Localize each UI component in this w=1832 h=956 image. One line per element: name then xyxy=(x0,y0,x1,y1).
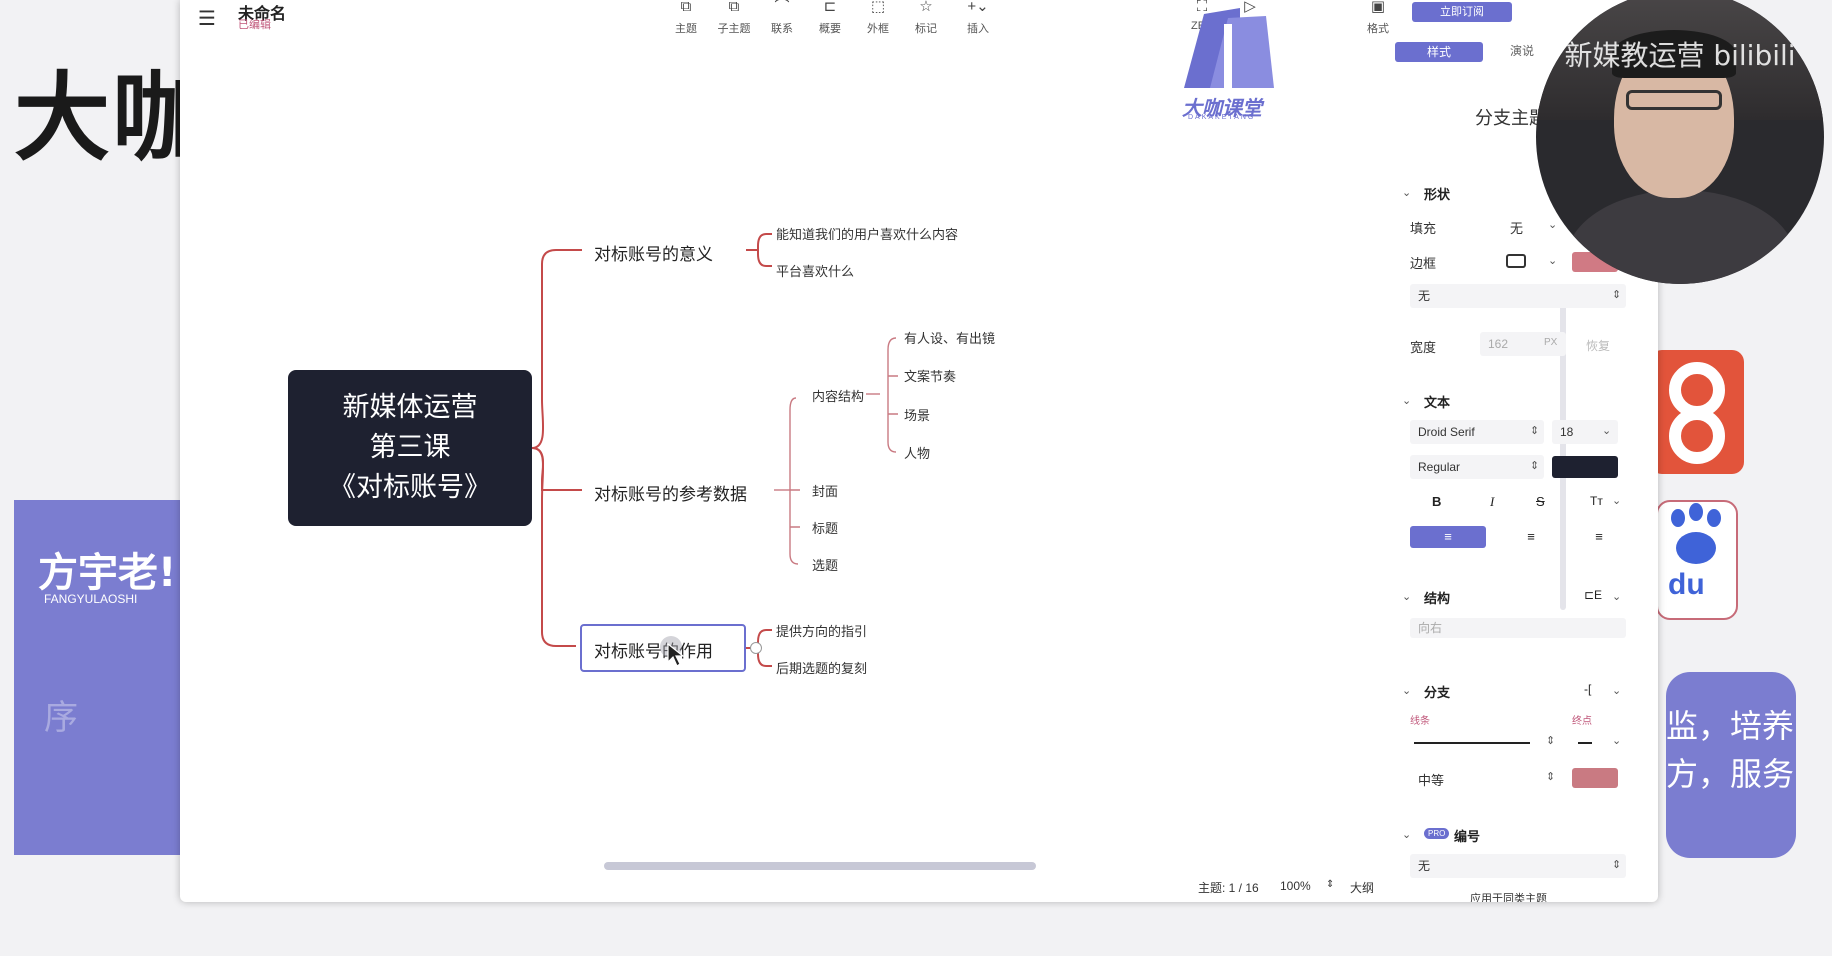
fill-label: 填充 xyxy=(1410,221,1437,236)
numbering-section-title: 编号 xyxy=(1454,829,1481,844)
zoom-stepper-icon[interactable]: ⇕ xyxy=(1326,879,1334,890)
width-label: 宽度 xyxy=(1410,340,1437,355)
branch-style-icon[interactable]: -[ xyxy=(1584,682,1591,696)
italic-button[interactable]: I xyxy=(1490,494,1494,510)
font-size-dropdown-icon[interactable]: ⌄ xyxy=(1602,424,1611,437)
border-shape-icon[interactable] xyxy=(1506,254,1526,268)
leaf-persona[interactable]: 有人设、有出镜 xyxy=(904,328,995,347)
text-section-title: 文本 xyxy=(1424,395,1451,410)
tab-style[interactable]: 样式 xyxy=(1395,42,1483,62)
numbering-select[interactable]: 无 xyxy=(1410,854,1626,878)
leaf-platform-preference[interactable]: 平台喜欢什么 xyxy=(776,261,854,280)
font-weight-stepper-icon[interactable]: ⇕ xyxy=(1530,459,1539,472)
branch-section-title: 分支 xyxy=(1424,685,1451,700)
structure-type-icon[interactable]: ⊏E xyxy=(1584,588,1602,602)
central-line-2: 第三课 xyxy=(369,432,451,463)
text-case-button[interactable]: Tт xyxy=(1590,494,1603,508)
width-reset-button[interactable]: 恢复 xyxy=(1586,337,1610,354)
central-topic[interactable]: 新媒体运营 第三课 《对标账号》 xyxy=(288,370,532,526)
presenter-body xyxy=(1566,190,1796,284)
structure-section-title: 结构 xyxy=(1424,591,1451,606)
leaf-cover[interactable]: 封面 xyxy=(812,481,838,500)
border-style-select[interactable]: 无 xyxy=(1410,284,1626,308)
baidu-du-text: du xyxy=(1668,568,1705,601)
subtopic-content-structure[interactable]: 内容结构 xyxy=(812,386,864,405)
pro-badge: PRO xyxy=(1424,828,1450,839)
leaf-character[interactable]: 人物 xyxy=(904,443,930,462)
end-style-dropdown-icon[interactable]: ⌄ xyxy=(1612,734,1621,747)
apply-same-type-button[interactable]: 应用于同类主题 xyxy=(1470,890,1547,902)
outline-button[interactable]: 大纲 xyxy=(1350,879,1374,896)
background-teacher-card: 方宇老! FANGYULAOSHI 序 xyxy=(14,500,184,855)
font-weight-select[interactable]: Regular xyxy=(1410,455,1544,479)
collapse-toggle[interactable] xyxy=(750,642,762,654)
line-width-stepper-icon[interactable]: ⇕ xyxy=(1546,770,1555,783)
webcam-caption: 新媒教运营 bilibili xyxy=(1564,39,1796,72)
align-center-button[interactable]: ≡ xyxy=(1516,526,1546,548)
leaf-copy-rhythm[interactable]: 文案节奏 xyxy=(904,366,956,385)
leaf-topic-replication[interactable]: 后期选题的复刻 xyxy=(776,658,867,677)
mindmap-app-window: ☰ 未命名 已编辑 ⧉ 主题 ⧉ 子主题 ⌒ 联系 ⊏ 概要 ⬚ 外框 ☆ 标记 +⌄ 插入 … xyxy=(180,0,1658,902)
text-color-swatch[interactable] xyxy=(1552,456,1618,478)
shape-section-title: 形状 xyxy=(1424,187,1451,202)
red-app-logo xyxy=(1650,350,1744,474)
teacher-name-en: FANGYULAOSHI xyxy=(44,592,138,606)
border-style-stepper-icon[interactable]: ⇕ xyxy=(1612,288,1621,301)
line-color-swatch[interactable] xyxy=(1572,768,1618,788)
numbering-collapse-icon[interactable]: ⌄ xyxy=(1402,828,1411,841)
fill-dropdown-icon[interactable]: ⌄ xyxy=(1548,218,1557,231)
presenter-glasses xyxy=(1626,90,1722,110)
central-line-1: 新媒体运营 xyxy=(342,392,478,423)
leaf-scene[interactable]: 场景 xyxy=(904,405,930,424)
font-family-stepper-icon[interactable]: ⇕ xyxy=(1530,424,1539,437)
shape-collapse-icon[interactable]: ⌄ xyxy=(1402,186,1411,199)
webcam-overlay: 新媒教运营 bilibili xyxy=(1536,0,1824,284)
bold-button[interactable]: B xyxy=(1432,494,1441,509)
subscribe-button[interactable]: 立即订阅 xyxy=(1412,2,1512,22)
text-case-dropdown-icon[interactable]: ⌄ xyxy=(1612,494,1621,507)
numbering-stepper-icon[interactable]: ⇕ xyxy=(1612,858,1621,871)
leaf-title[interactable]: 标题 xyxy=(812,518,838,537)
width-unit: PX xyxy=(1544,337,1558,348)
align-left-button[interactable]: ≡ xyxy=(1410,526,1486,548)
horizontal-scrollbar[interactable] xyxy=(604,862,1036,870)
faded-text: 序 xyxy=(44,699,78,737)
border-label: 边框 xyxy=(1410,256,1437,271)
branch-collapse-icon[interactable]: ⌄ xyxy=(1402,684,1411,697)
border-dropdown-icon[interactable]: ⌄ xyxy=(1548,254,1557,267)
end-style-preview[interactable] xyxy=(1578,742,1592,744)
branch-dropdown-icon[interactable]: ⌄ xyxy=(1612,684,1621,697)
structure-dropdown-icon[interactable]: ⌄ xyxy=(1612,590,1621,603)
line-style-stepper-icon[interactable]: ⇕ xyxy=(1546,734,1555,747)
leaf-topic-selection[interactable]: 选题 xyxy=(812,555,838,574)
fill-select[interactable]: 无 xyxy=(1510,218,1523,237)
teacher-name: 方宇老! xyxy=(38,550,177,596)
structure-collapse-icon[interactable]: ⌄ xyxy=(1402,590,1411,603)
central-line-3: 《对标账号》 xyxy=(329,472,491,503)
line-label: 线条 xyxy=(1410,716,1430,727)
promo-text: 监，培养 方，服务 xyxy=(1666,707,1795,793)
right-promo-card: 监，培养 方，服务 xyxy=(1666,672,1796,858)
tab-present[interactable]: 演说 xyxy=(1510,42,1534,59)
topic-counter: 主题: 1 / 16 xyxy=(1198,881,1259,895)
line-width-select[interactable]: 中等 xyxy=(1418,770,1444,789)
strikethrough-button[interactable]: S xyxy=(1536,494,1545,509)
branch-reference-data[interactable]: 对标账号的参考数据 xyxy=(594,480,747,505)
align-right-button[interactable]: ≡ xyxy=(1584,526,1614,548)
zoom-level[interactable]: 100% xyxy=(1280,879,1311,893)
baidu-logo: du xyxy=(1656,500,1738,620)
mouse-cursor-icon xyxy=(667,642,685,667)
leaf-user-preference[interactable]: 能知道我们的用户喜欢什么内容 xyxy=(776,224,958,243)
end-label: 终点 xyxy=(1572,716,1592,727)
font-family-select[interactable]: Droid Serif xyxy=(1410,420,1544,444)
structure-direction-select[interactable]: 向右 xyxy=(1410,618,1626,638)
leaf-direction-guide[interactable]: 提供方向的指引 xyxy=(776,621,867,640)
branch-meaning[interactable]: 对标账号的意义 xyxy=(594,240,713,265)
line-style-preview[interactable] xyxy=(1414,742,1530,744)
branch-purpose[interactable]: 对标账号的作用 xyxy=(594,637,713,662)
text-collapse-icon[interactable]: ⌄ xyxy=(1402,394,1411,407)
